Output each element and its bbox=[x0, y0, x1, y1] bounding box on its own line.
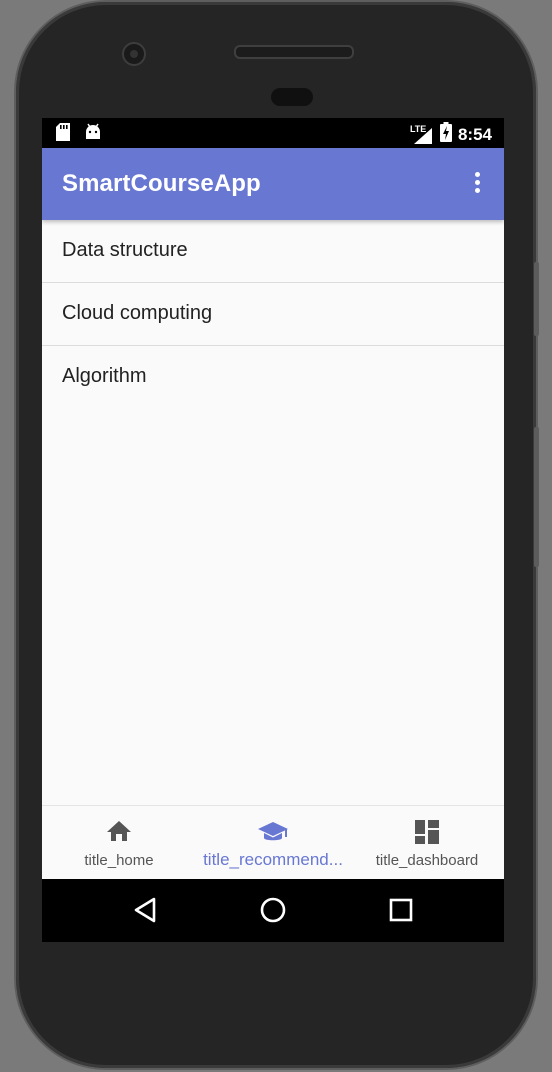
recents-icon[interactable] bbox=[389, 896, 413, 929]
nav-label-home: title_home bbox=[84, 852, 154, 869]
nav-item-dashboard[interactable]: title_dashboard bbox=[350, 806, 504, 880]
list-item[interactable]: Cloud computing bbox=[42, 283, 504, 346]
back-icon[interactable] bbox=[132, 896, 158, 929]
course-label: Cloud computing bbox=[62, 302, 213, 324]
screen: LTE 8:54 SmartCourseApp Data structure C… bbox=[42, 118, 504, 942]
status-bar: LTE 8:54 bbox=[42, 118, 504, 148]
status-clock: 8:54 bbox=[457, 124, 492, 144]
nav-item-recommend[interactable]: title_recommend... bbox=[196, 806, 350, 880]
app-bar: SmartCourseApp bbox=[42, 148, 504, 220]
course-list: Data structure Cloud computing Algorithm bbox=[42, 220, 504, 408]
nav-label-recommend: title_recommend... bbox=[203, 850, 343, 869]
course-label: Data structure bbox=[62, 239, 188, 261]
app-title: SmartCourseApp bbox=[62, 170, 261, 197]
list-item[interactable]: Data structure bbox=[42, 220, 504, 283]
home-icon bbox=[106, 820, 132, 847]
proximity-sensor bbox=[271, 88, 313, 106]
sd-card-icon bbox=[56, 123, 70, 146]
home-circle-icon[interactable] bbox=[259, 896, 287, 929]
earpiece-speaker bbox=[234, 45, 354, 59]
battery-charging-icon bbox=[439, 122, 452, 147]
dashboard-icon bbox=[415, 820, 439, 849]
course-label: Algorithm bbox=[62, 365, 147, 387]
list-item[interactable]: Algorithm bbox=[42, 346, 504, 408]
bottom-navigation: title_home title_recommend... title_dash… bbox=[42, 805, 504, 880]
lte-signal-icon: LTE bbox=[410, 124, 434, 146]
system-navigation-bar bbox=[42, 879, 504, 942]
front-camera bbox=[122, 42, 146, 66]
more-vert-icon[interactable] bbox=[472, 172, 482, 198]
nav-item-home[interactable]: title_home bbox=[42, 806, 196, 880]
volume-button bbox=[534, 427, 539, 567]
school-icon bbox=[257, 820, 289, 849]
power-button bbox=[534, 262, 539, 336]
android-icon bbox=[84, 123, 102, 146]
nav-label-dashboard: title_dashboard bbox=[375, 852, 479, 869]
